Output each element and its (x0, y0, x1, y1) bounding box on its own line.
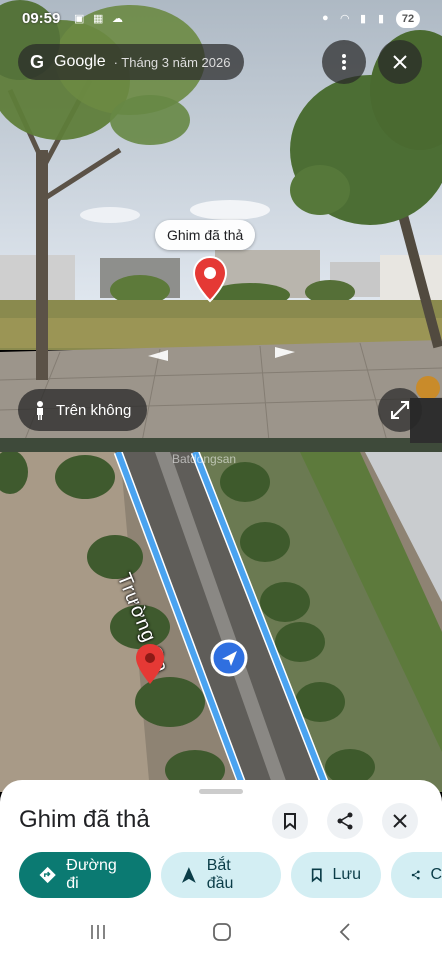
expand-icon (391, 401, 409, 419)
navigation-arrow-icon (181, 867, 196, 883)
google-brand: Google (54, 53, 106, 70)
wifi-icon: ◠ (340, 13, 350, 25)
start-button[interactable]: Bắt đầu (161, 852, 281, 898)
more-options-button[interactable] (322, 40, 366, 84)
current-location-icon (210, 639, 248, 677)
status-bar: 09:59 ▣ ▦ ☁ ● ◠ ▮ ▮ 72 (0, 8, 442, 32)
aerial-view-button[interactable]: Trên không (18, 389, 148, 431)
sheet-drag-handle[interactable] (199, 789, 243, 794)
start-label: Bắt đầu (206, 857, 234, 892)
watermark: Batdongsan (172, 452, 237, 466)
screenshot-icon: ▣ (74, 13, 85, 25)
home-icon[interactable] (211, 921, 233, 943)
calendar-icon: ▦ (93, 13, 104, 25)
directions-label: Đường đi (66, 857, 117, 892)
close-icon (393, 814, 407, 828)
system-nav-bar (0, 915, 442, 960)
status-time: 09:59 (22, 10, 61, 27)
street-view-pin-icon[interactable] (192, 255, 228, 305)
expand-street-view-button[interactable] (378, 388, 422, 432)
dropped-pin-label: Ghim đã thả (155, 220, 256, 250)
recent-apps-icon[interactable] (88, 923, 108, 941)
directions-icon (39, 866, 56, 884)
street-view-info-chip[interactable]: G Google · Tháng 3 năm 2026 (18, 44, 245, 80)
satellite-map (0, 452, 442, 792)
share-label: C (430, 866, 442, 883)
place-title: Ghim đã thả (19, 806, 150, 833)
close-icon (393, 55, 407, 69)
share-icon (411, 870, 420, 880)
more-vert-icon (342, 54, 346, 70)
cloud-icon: ☁ (112, 13, 123, 25)
share-icon-button[interactable] (327, 803, 363, 839)
close-street-view-button[interactable] (378, 40, 422, 84)
capture-date: · Tháng 3 năm 2026 (113, 54, 231, 70)
pegman-icon (37, 401, 43, 420)
close-sheet-button[interactable] (382, 803, 418, 839)
share-icon (337, 812, 353, 830)
bookmark-icon (284, 813, 296, 830)
map-pin-icon[interactable] (134, 642, 166, 686)
location-icon: ● (322, 12, 329, 24)
google-g-icon: G (29, 51, 44, 72)
save-icon-button[interactable] (272, 803, 308, 839)
aerial-view-label: Trên không (56, 401, 132, 419)
save-label: Lưu (332, 866, 361, 883)
directions-button[interactable]: Đường đi (19, 852, 151, 898)
back-icon[interactable] (338, 921, 352, 943)
bookmark-icon (311, 868, 322, 883)
share-button[interactable]: C (391, 852, 442, 898)
signal-icon-2: ▮ (378, 13, 385, 25)
battery-indicator: 72 (396, 10, 420, 28)
signal-icon-1: ▮ (360, 13, 367, 25)
save-button[interactable]: Lưu (291, 852, 381, 898)
map-panel[interactable]: Trường Sa Batdongsan (0, 452, 442, 792)
